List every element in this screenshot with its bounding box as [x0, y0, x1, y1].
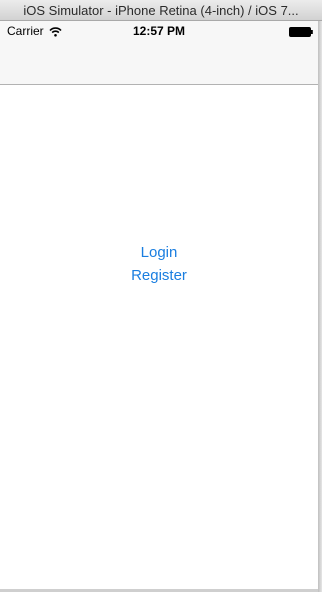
login-button[interactable]: Login [0, 243, 318, 263]
status-bar: Carrier 12:57 PM [0, 21, 318, 41]
screen-right-bezel [318, 21, 322, 592]
simulator-window: iOS Simulator - iPhone Retina (4-inch) /… [0, 0, 322, 592]
battery-icon [289, 26, 313, 37]
window-title: iOS Simulator - iPhone Retina (4-inch) /… [0, 0, 322, 21]
device-screen: Carrier 12:57 PM Login Register [0, 21, 318, 589]
status-time: 12:57 PM [132, 24, 186, 38]
navigation-bar [0, 41, 318, 85]
register-button[interactable]: Register [0, 266, 318, 286]
content-view: Login Register [0, 85, 318, 589]
